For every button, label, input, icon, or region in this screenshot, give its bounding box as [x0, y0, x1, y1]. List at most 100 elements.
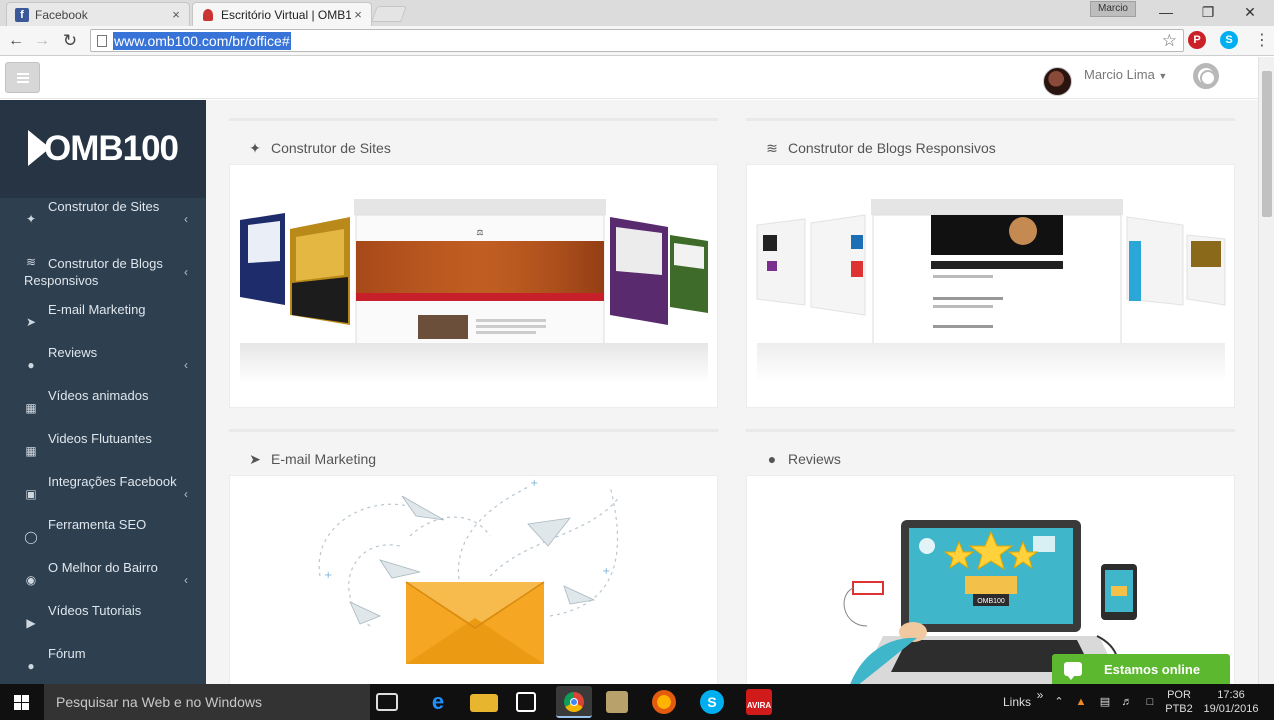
sidebar-item-reviews[interactable]: ● Reviews ‹ — [0, 344, 206, 387]
bookmark-star-icon[interactable]: ☆ — [1162, 30, 1177, 52]
browser-profile-button[interactable]: Marcio — [1090, 1, 1136, 17]
skype-taskbar-icon[interactable]: S — [700, 690, 724, 714]
close-tab-icon[interactable]: × — [351, 7, 365, 22]
card-title: Construtor de Blogs Responsivos — [788, 140, 996, 156]
store-icon[interactable] — [516, 692, 536, 712]
firefox-icon[interactable] — [652, 690, 676, 714]
tab-facebook[interactable]: f Facebook × — [6, 2, 190, 26]
email-marketing-preview-image[interactable]: + + + — [229, 475, 718, 684]
sidebar-item-label: Integrações Facebook — [48, 474, 177, 489]
globe-icon: ◉ — [25, 573, 37, 587]
card-title: E-mail Marketing — [271, 451, 377, 467]
edge-icon[interactable]: e — [424, 688, 452, 716]
sidebar-item-forum[interactable]: ● Fórum — [0, 645, 206, 684]
users-icon: ● — [27, 659, 35, 673]
card-construtor-de-blogs[interactable]: ≋ Construtor de Blogs Responsivos — [746, 118, 1235, 408]
skype-icon[interactable]: S — [1220, 31, 1238, 49]
lightbulb-icon: ◯ — [24, 530, 38, 544]
media-player-icon[interactable] — [606, 691, 628, 713]
hamburger-icon[interactable] — [5, 62, 40, 93]
reload-icon[interactable]: ↻ — [59, 30, 81, 52]
sidebar-item-integracoes-facebook[interactable]: ▣ Integrações Facebook ‹ — [0, 473, 206, 516]
chrome-icon[interactable] — [556, 686, 592, 718]
avatar[interactable] — [1043, 67, 1072, 96]
paper-plane-icon: ➤ — [25, 315, 37, 329]
page-icon — [97, 35, 107, 47]
taskbar-search-box[interactable]: Pesquisar na Web e no Windows — [44, 684, 370, 720]
reviews-laptop-illustration: OMB100 — [747, 476, 1234, 684]
minimize-button[interactable]: — — [1146, 0, 1186, 24]
sidebar-item-videos-tutoriais[interactable]: ▶ Vídeos Tutoriais — [0, 602, 206, 645]
sidebar-nav: ✦ Construtor de Sites ‹ ≋ Construtor de … — [0, 198, 206, 684]
scrollbar-thumb[interactable] — [1262, 71, 1272, 217]
card-email-marketing[interactable]: ➤ E-mail Marketing + + + — [229, 429, 718, 684]
url-text[interactable]: www.omb100.com/br/office# — [113, 32, 291, 50]
clock-time: 17:36 — [1217, 689, 1245, 701]
magic-wand-icon: ✦ — [25, 212, 37, 226]
live-chat-button[interactable]: Estamos online — [1052, 654, 1230, 684]
lifebuoy-icon[interactable] — [1193, 63, 1219, 89]
new-tab-button[interactable] — [371, 6, 407, 22]
brand-logo-area[interactable]: OMB100 — [0, 100, 206, 198]
browser-menu-icon[interactable]: ⋮ — [1254, 30, 1270, 52]
address-bar[interactable]: www.omb100.com/br/office# ☆ — [90, 29, 1184, 52]
tab-omb100[interactable]: Escritório Virtual | OMB100 × — [192, 2, 372, 26]
chat-label: Estamos online — [1104, 661, 1201, 677]
sidebar-item-o-melhor-do-bairro[interactable]: ◉ O Melhor do Bairro ‹ — [0, 559, 206, 602]
card-title: Construtor de Sites — [271, 140, 391, 156]
avira-icon[interactable]: AVIRA — [746, 689, 772, 715]
back-arrow-icon[interactable]: ← — [5, 30, 27, 52]
forward-arrow-icon[interactable]: → — [31, 30, 53, 52]
caret-down-icon: ▼ — [1158, 71, 1168, 81]
sidebar-item-email-marketing[interactable]: ➤ E-mail Marketing — [0, 301, 206, 344]
network-icon[interactable]: ▤ — [1096, 684, 1114, 720]
email-envelope-illustration: + + + — [230, 476, 717, 684]
avira-tray-icon[interactable]: ▲ — [1072, 684, 1090, 720]
sidebar-item-label: Videos Flutuantes — [48, 431, 152, 446]
sidebar-item-construtor-de-sites[interactable]: ✦ Construtor de Sites ‹ — [0, 198, 206, 241]
page-scrollbar[interactable] — [1258, 57, 1274, 684]
chevron-left-icon: ‹ — [184, 265, 188, 279]
browser-toolbar: ← → ↻ www.omb100.com/br/office# ☆ P S ⋮ — [0, 26, 1274, 56]
card-construtor-de-sites[interactable]: ✦ Construtor de Sites ⚖ — [229, 118, 718, 408]
site-builder-preview-image[interactable]: ⚖ — [229, 164, 718, 408]
app-header: Marcio Lima ▼ — [0, 57, 1260, 99]
links-toolbar[interactable]: Links — [1000, 684, 1034, 720]
sidebar-item-label: O Melhor do Bairro — [48, 560, 158, 575]
chevron-left-icon: ‹ — [184, 487, 188, 501]
user-name: Marcio Lima — [1084, 67, 1155, 82]
volume-icon[interactable]: ♬ — [1118, 684, 1136, 720]
reviews-preview-image[interactable]: OMB100 — [746, 475, 1235, 684]
sidebar-item-construtor-de-blogs[interactable]: ≋ Construtor de Blogs Responsivos ‹ — [0, 241, 206, 301]
restore-button[interactable]: ❐ — [1188, 0, 1228, 24]
film-icon: ▦ — [25, 401, 37, 415]
main-content: ✦ Construtor de Sites ⚖ ≋ Construtor de … — [206, 100, 1258, 684]
language-indicator[interactable]: POR PTB2 — [1164, 684, 1194, 716]
rss-icon: ≋ — [766, 139, 778, 156]
tab-label: Escritório Virtual | OMB100 — [221, 7, 351, 22]
close-tab-icon[interactable]: × — [169, 7, 183, 22]
comments-icon: ● — [27, 358, 35, 372]
tab-label: Facebook — [35, 7, 88, 22]
omb100-favicon-icon — [203, 8, 213, 21]
links-expand-icon[interactable]: » — [1034, 684, 1046, 706]
svg-text:⚖: ⚖ — [476, 228, 483, 237]
tray-overflow-icon[interactable]: ⌃ — [1052, 684, 1066, 720]
svg-text:+: + — [530, 478, 538, 489]
chat-bubble-icon — [1064, 662, 1082, 680]
clock[interactable]: 17:36 19/01/2016 — [1200, 684, 1262, 716]
user-menu[interactable]: Marcio Lima ▼ — [1084, 67, 1167, 82]
card-reviews[interactable]: ● Reviews OMB100 — [746, 429, 1235, 684]
task-view-icon[interactable] — [376, 693, 398, 711]
windows-start-icon[interactable] — [0, 684, 44, 720]
file-explorer-icon[interactable] — [470, 694, 498, 712]
blog-builder-preview-image[interactable] — [746, 164, 1235, 408]
sidebar-item-videos-animados[interactable]: ▦ Vídeos animados — [0, 387, 206, 430]
sidebar-item-videos-flutuantes[interactable]: ▦ Videos Flutuantes — [0, 430, 206, 473]
sidebar-item-ferramenta-seo[interactable]: ◯ Ferramenta SEO — [0, 516, 206, 559]
sidebar-item-label: Vídeos animados — [48, 388, 149, 403]
browser-tab-strip: f Facebook × Escritório Virtual | OMB100… — [0, 0, 1274, 26]
notifications-icon[interactable]: □ — [1140, 684, 1160, 720]
pinterest-icon[interactable]: P — [1188, 31, 1206, 49]
close-window-button[interactable]: ✕ — [1230, 0, 1270, 24]
